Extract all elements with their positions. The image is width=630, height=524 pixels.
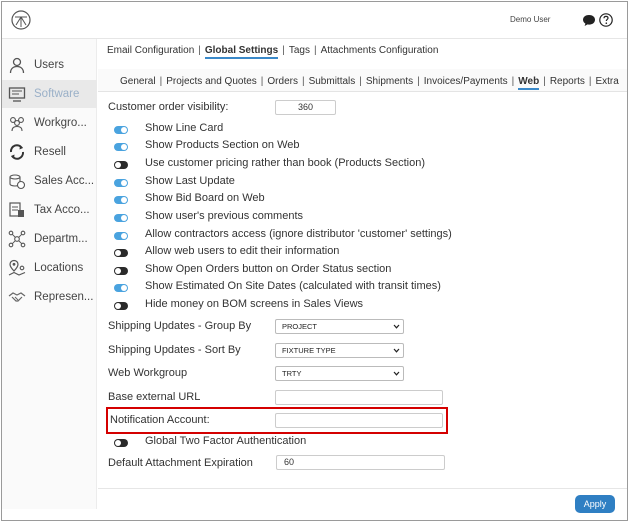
notification-account-input[interactable] [275,413,443,428]
subtab-reports[interactable]: Reports [550,76,585,87]
main-tabs: Email Configuration | Global Settings | Tags… [107,45,438,59]
sidebar-item-label: Resell [34,146,66,158]
chevron-down-icon [393,324,400,329]
sidebar-item-users[interactable]: Users [2,51,97,79]
chevron-down-icon [393,371,400,376]
subtab-invoices-payments[interactable]: Invoices/Payments [424,76,508,87]
base-external-url-label: Base external URL [108,391,201,403]
user-icon [9,57,25,74]
toggle-global-two-factor[interactable] [114,439,128,447]
toggle-hide-money-on-bom[interactable] [114,302,128,310]
toggle-label: Show Open Orders button on Order Status … [145,263,392,275]
sidebar-item-label: Sales Acc... [34,175,95,187]
customer-order-visibility-label: Customer order visibility: [108,101,229,113]
attachment-expiration-label: Default Attachment Expiration [108,457,253,469]
help-icon[interactable] [599,13,613,27]
user-name[interactable]: Demo User [510,15,550,24]
select-value: PROJECT [282,322,318,331]
toggle-label: Show Last Update [145,175,235,187]
top-bar: Demo User [2,2,627,39]
toggle-label: Allow contractors access (ignore distrib… [145,228,452,240]
toggle-label: Show Line Card [145,122,224,134]
coins-icon [9,174,26,190]
app-logo-icon [11,10,31,30]
chevron-down-icon [393,348,400,353]
toggle-show-last-update[interactable] [114,179,128,187]
subtab-submittals[interactable]: Submittals [309,76,356,87]
sidebar-item-label: Departm... [34,233,88,245]
refresh-icon [9,144,25,160]
shipping-sort-by-label: Shipping Updates - Sort By [108,344,241,356]
toggle-label: Show Bid Board on Web [145,192,265,204]
subtab-web[interactable]: Web [518,76,540,90]
web-workgroup-select[interactable]: TRTY [275,366,404,381]
sidebar-item-label: Software [34,88,80,100]
sidebar-item-departments[interactable]: Departm... [2,225,97,253]
toggle-label: Hide money on BOM screens in Sales Views [145,298,364,310]
monitor-icon [8,87,26,102]
select-value: TRTY [282,369,302,378]
subtab-general[interactable]: General [120,76,156,87]
sidebar-item-tax-accounts[interactable]: Tax Acco... [2,196,97,224]
sidebar-item-workgroups[interactable]: Workgro... [2,109,97,137]
attachment-expiration-input[interactable]: 60 [276,455,445,470]
network-icon [8,230,26,248]
apply-button[interactable]: Apply [575,495,615,513]
tab-email-configuration[interactable]: Email Configuration [107,45,194,56]
toggle-show-products-section[interactable] [114,143,128,151]
select-value: FIXTURE TYPE [282,346,336,355]
footer-bar [98,488,627,520]
sidebar-item-software[interactable]: Software [2,80,97,108]
sidebar-item-locations[interactable]: Locations [2,254,97,282]
toggle-label: Use customer pricing rather than book (P… [145,157,426,169]
subtab-shipments[interactable]: Shipments [366,76,413,87]
toggle-label: Show Estimated On Site Dates (calculated… [145,280,441,292]
tab-global-settings[interactable]: Global Settings [204,45,279,59]
sidebar-item-label: Locations [34,262,84,274]
toggle-label: Show Products Section on Web [145,139,300,151]
sidebar-item-label: Tax Acco... [34,204,90,216]
sidebar-item-representatives[interactable]: Represen... [2,283,97,311]
sidebar: Users Software Workgro... Resell Sales A… [2,39,97,509]
app-window: Demo User Users Software Workgro... Rese… [1,1,628,521]
notification-account-label: Notification Account: [110,414,210,426]
handshake-icon [8,292,26,302]
toggle-show-bid-board[interactable] [114,196,128,204]
chat-icon[interactable] [582,14,596,27]
sub-tabs: General | Projects and Quotes | Orders | Submi… [98,69,627,92]
toggle-allow-contractors-access[interactable] [114,232,128,240]
tax-document-icon [9,202,24,217]
tab-attachments-configuration[interactable]: Attachments Configuration [321,45,439,56]
toggle-label: Show user's previous comments [145,210,303,222]
map-pin-icon [8,259,26,276]
sidebar-item-label: Workgro... [34,117,87,129]
base-external-url-input[interactable] [275,390,443,405]
toggle-label: Global Two Factor Authentication [145,435,307,447]
shipping-group-by-label: Shipping Updates - Group By [108,320,252,332]
subtab-projects-and-quotes[interactable]: Projects and Quotes [166,76,257,87]
toggle-use-customer-pricing[interactable] [114,161,128,169]
toggle-show-line-card[interactable] [114,126,128,134]
shipping-sort-by-select[interactable]: FIXTURE TYPE [275,343,404,358]
web-workgroup-label: Web Workgroup [108,367,188,379]
toggle-show-estimated-on-site-dates[interactable] [114,284,128,292]
sidebar-item-label: Users [34,59,65,71]
toggle-allow-web-users-edit[interactable] [114,249,128,257]
tab-tags[interactable]: Tags [289,45,310,56]
toggle-label: Allow web users to edit their informatio… [145,245,340,257]
toggle-show-open-orders-button[interactable] [114,267,128,275]
sidebar-item-resell[interactable]: Resell [2,138,97,166]
customer-order-visibility-input[interactable]: 360 [275,100,336,115]
shipping-group-by-select[interactable]: PROJECT [275,319,404,334]
subtab-orders[interactable]: Orders [267,76,298,87]
people-icon [10,117,24,132]
sidebar-item-sales-accounts[interactable]: Sales Acc... [2,167,97,195]
subtab-extra[interactable]: Extra [595,76,618,87]
toggle-show-previous-comments[interactable] [114,214,128,222]
sidebar-item-label: Represen... [34,291,94,303]
